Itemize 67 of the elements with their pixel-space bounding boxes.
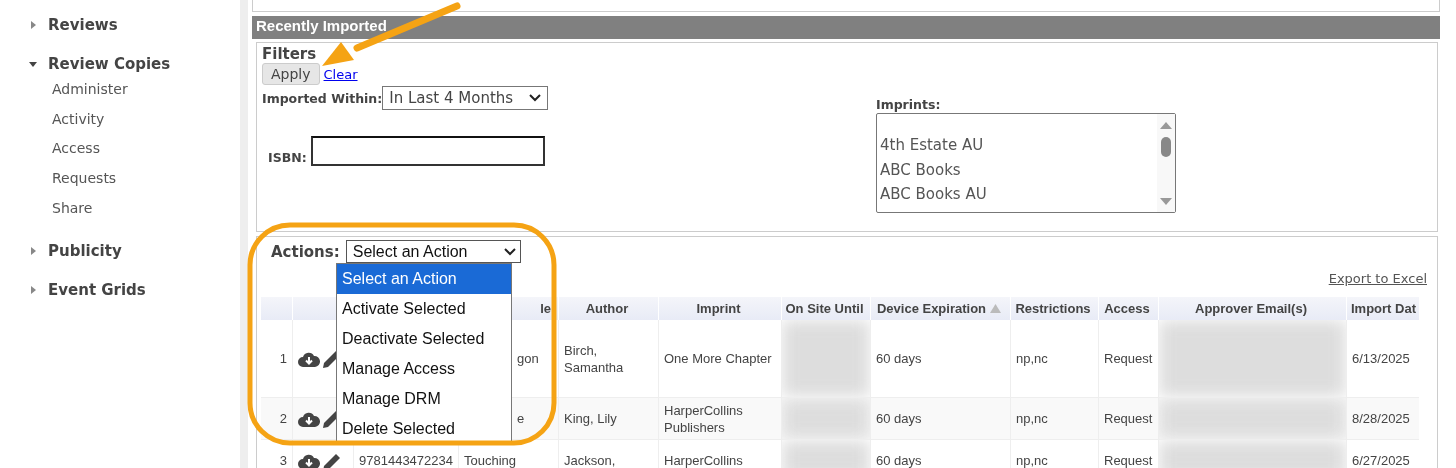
row-number: 2 <box>279 410 287 427</box>
export-link[interactable]: Export to Excel <box>1328 271 1427 297</box>
sidebar-group[interactable]: Publicity <box>48 242 122 261</box>
list-option[interactable]: ABC Books AU <box>880 185 1157 210</box>
table-cell: Jackson, <box>564 452 616 468</box>
table-cell: np,nc <box>1016 452 1048 468</box>
table-cell: Touching <box>464 452 517 468</box>
column-header[interactable]: Approver Email(s) <box>1159 297 1347 320</box>
table-cell-text: Birch, Samantha <box>564 341 625 376</box>
column-header[interactable]: On Site Until <box>782 297 871 320</box>
column-header[interactable]: Restrictions <box>1011 297 1099 320</box>
field-label: Imported Within: <box>262 90 383 106</box>
sidebar-item[interactable]: Share <box>52 193 240 224</box>
caret-right-icon[interactable] <box>28 285 38 296</box>
row-number: 3 <box>279 452 287 468</box>
field-label: Imprints: <box>876 97 941 112</box>
table-cell: One More Chapter <box>664 350 772 367</box>
sidebar-group[interactable]: Event Grids <box>48 281 146 300</box>
actions-label: Actions: <box>271 242 340 261</box>
list-option[interactable]: ABC Books <box>880 160 1157 185</box>
table-cell: 6/27/2025 <box>1352 452 1410 468</box>
table-cell: gon <box>517 350 539 367</box>
sidebar-group[interactable]: Reviews <box>48 16 118 34</box>
imported-within-select[interactable]: In Last 4 Months <box>382 86 549 110</box>
caret-right-icon[interactable] <box>28 246 38 257</box>
sidebar-item[interactable]: Access <box>52 134 240 165</box>
field-label: ISBN: <box>268 149 307 165</box>
table-cell-text: HarperCollins Publishers <box>664 401 744 436</box>
sidebar-item[interactable]: Activity <box>52 104 240 135</box>
sidebar-item[interactable]: Administer <box>52 75 240 105</box>
table-cell: 60 days <box>876 410 922 427</box>
table-cell: King, Lily <box>564 410 617 427</box>
table-cell: Request <box>1104 452 1153 468</box>
table-cell: 6/13/2025 <box>1352 350 1410 367</box>
imprints-listbox[interactable]: 4th Estate AU ABC Books ABC Books AU <box>876 113 1176 213</box>
table-cell: np,nc <box>1016 410 1048 427</box>
clear-link[interactable]: Clear <box>323 66 358 82</box>
isbn-field[interactable] <box>310 136 545 166</box>
table-cell: HarperCollins <box>664 452 743 468</box>
caret-down-icon[interactable] <box>28 59 38 69</box>
sidebar-group[interactable]: Review Copies <box>48 55 171 73</box>
column-header[interactable]: Imprint <box>659 297 782 320</box>
table-cell: e <box>517 410 525 427</box>
table-cell: np,nc <box>1016 350 1048 367</box>
pencil-icon[interactable] <box>322 452 342 468</box>
cloud-download-icon[interactable] <box>298 452 320 468</box>
filters-title: Filters <box>262 45 317 63</box>
table-cell: 60 days <box>876 350 922 367</box>
column-header[interactable]: Access <box>1099 297 1159 320</box>
table-cell: 8/28/2025 <box>1352 410 1410 427</box>
sidebar-item[interactable]: Requests <box>52 164 240 194</box>
column-header[interactable]: Author <box>559 297 659 320</box>
table-cell: Request <box>1104 350 1153 367</box>
table-cell: 9781443472234 <box>359 452 453 468</box>
chevron-down-icon <box>529 94 542 102</box>
table-cell: Request <box>1104 410 1153 427</box>
table-cell: 60 days <box>876 452 922 468</box>
chevron-down-icon <box>503 247 516 256</box>
apply-button[interactable]: Apply <box>262 63 320 85</box>
actions-select[interactable]: Select an Action <box>345 240 521 263</box>
caret-right-icon[interactable] <box>28 20 38 30</box>
row-number: 1 <box>279 350 287 367</box>
list-option[interactable]: 4th Estate AU <box>880 136 1157 161</box>
column-header[interactable]: Device Expiration <box>871 297 1011 320</box>
menu-option[interactable]: Select an Action <box>337 264 511 294</box>
panel-title: Recently Imported <box>252 16 1440 39</box>
column-header[interactable]: Import Dat <box>1347 297 1419 320</box>
